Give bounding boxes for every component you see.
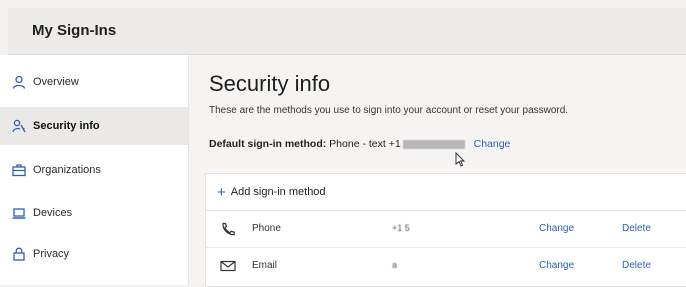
add-sign-in-method-button[interactable]: + Add sign-in method [206, 174, 686, 211]
briefcase-icon [12, 164, 26, 177]
key-person-icon [12, 119, 26, 133]
default-sign-in-method: Default sign-in method: Phone - text +1 … [209, 138, 510, 150]
method-value: a [392, 260, 398, 270]
method-value: +1 5 [392, 223, 410, 233]
method-row-email: Email a Change Delete [206, 248, 686, 284]
method-change-link[interactable]: Change [539, 223, 574, 234]
sidebar-item-label: Security info [33, 120, 100, 132]
redacted-phone-number [402, 139, 465, 149]
sidebar-item-security-info[interactable]: Security info [0, 107, 188, 145]
sidebar-item-organizations[interactable]: Organizations [0, 151, 188, 189]
page-title: Security info [209, 71, 331, 96]
sidebar-nav: Overview Security info Organizations Dev… [0, 55, 189, 285]
plus-icon: + [217, 183, 226, 201]
method-delete-link[interactable]: Delete [622, 223, 651, 234]
page-description: These are the methods you use to sign in… [209, 105, 569, 116]
method-name: Phone [252, 223, 281, 234]
sidebar-item-label: Privacy [33, 248, 70, 260]
person-icon [12, 75, 26, 89]
email-icon [220, 260, 236, 272]
lock-icon [13, 247, 25, 261]
default-method-value: Phone - text +1 [329, 138, 401, 150]
default-method-label: Default sign-in method: [209, 138, 327, 150]
method-row-phone: Phone +1 5 Change Delete [206, 211, 686, 248]
app-title: My Sign-Ins [32, 22, 117, 39]
default-method-change-link[interactable]: Change [474, 138, 511, 150]
method-delete-link[interactable]: Delete [622, 260, 651, 271]
sidebar-item-label: Organizations [33, 164, 101, 176]
sidebar-item-label: Devices [33, 207, 73, 219]
sidebar-item-overview[interactable]: Overview [0, 63, 188, 101]
method-change-link[interactable]: Change [539, 260, 574, 271]
app-header: My Sign-Ins [8, 8, 686, 55]
methods-card: + Add sign-in method Phone +1 5 Change D… [205, 173, 686, 287]
method-name: Email [252, 260, 278, 271]
sidebar-item-label: Overview [33, 76, 79, 88]
sidebar-item-privacy[interactable]: Privacy [0, 235, 188, 273]
mouse-cursor-icon [455, 152, 465, 167]
phone-icon [222, 222, 235, 236]
laptop-icon [12, 208, 26, 219]
main-content: Security info These are the methods you … [189, 55, 686, 287]
sidebar-item-devices[interactable]: Devices [0, 194, 188, 232]
add-method-label: Add sign-in method [230, 186, 326, 198]
